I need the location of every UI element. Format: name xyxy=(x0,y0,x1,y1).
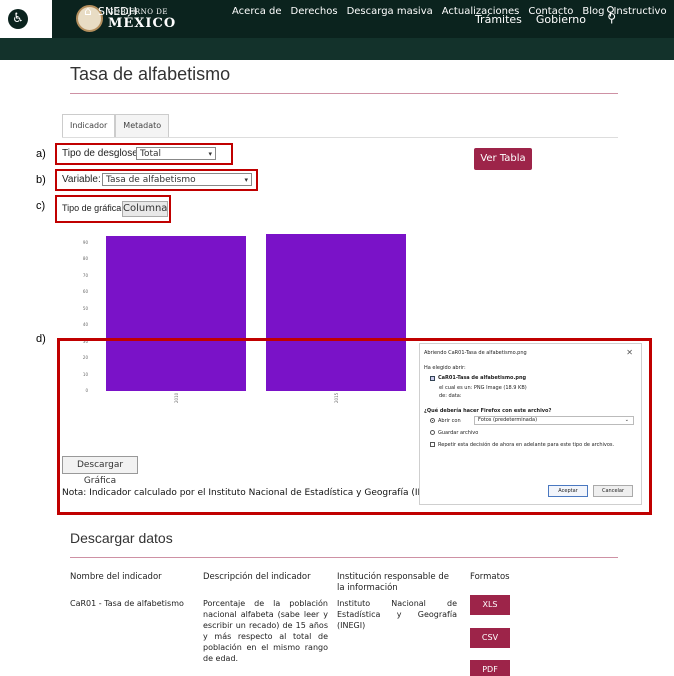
variable-select[interactable]: Tasa de alfabetismo ▾ xyxy=(102,173,252,186)
remember-checkbox[interactable] xyxy=(430,442,435,447)
nav-actualizaciones[interactable]: Actualizaciones xyxy=(442,6,520,17)
nav-descarga-masiva[interactable]: Descarga masiva xyxy=(347,6,433,17)
tab-divider xyxy=(62,137,618,138)
accept-button[interactable]: Aceptar xyxy=(548,485,588,497)
y-tick-label: 80 xyxy=(82,256,88,261)
nav-derechos[interactable]: Derechos xyxy=(291,6,338,17)
downloads-title: Descargar datos xyxy=(70,530,173,546)
chevron-down-icon: ▾ xyxy=(208,150,212,158)
download-pdf-button[interactable]: PDF xyxy=(470,660,510,676)
col-head-institution: Institución responsable de la informació… xyxy=(337,572,449,593)
dialog-question: ¿Qué debería hacer Firefox con este arch… xyxy=(424,408,552,414)
save-file-radio[interactable] xyxy=(430,430,435,435)
tab-metadato[interactable]: Metadato xyxy=(115,114,170,138)
download-csv-button[interactable]: CSV xyxy=(470,628,510,648)
chart-note: Nota: Indicador calculado por el Institu… xyxy=(62,488,444,498)
tab-indicador[interactable]: Indicador xyxy=(62,114,116,138)
dialog-title: Abriendo CaR01-Tasa de alfabetismo.png xyxy=(424,350,527,356)
dialog-file-type: el cual es un: PNG Image (18.9 KB) xyxy=(439,385,527,391)
open-with-label: Abrir con xyxy=(438,418,461,424)
y-tick-label: 70 xyxy=(82,272,88,278)
annotation-b: b) xyxy=(36,174,46,186)
dialog-chose-text: Ha elegido abrir: xyxy=(424,365,466,371)
download-chart-button[interactable]: Descargar Gráfica xyxy=(62,456,138,486)
downloads-divider xyxy=(70,557,618,558)
nav-acerca[interactable]: Acerca de xyxy=(232,6,282,17)
save-file-label: Guardar archivo xyxy=(438,430,479,436)
close-icon[interactable]: ✕ xyxy=(626,348,633,357)
view-table-button[interactable]: Ver Tabla xyxy=(474,148,532,170)
col-head-formats: Formatos xyxy=(470,572,510,582)
title-divider xyxy=(70,93,618,94)
home-icon[interactable]: ⌂ xyxy=(84,4,92,18)
accessibility-icon[interactable]: ♿ xyxy=(8,9,28,29)
accessibility-area: ♿ xyxy=(0,0,52,38)
open-with-radio[interactable] xyxy=(430,418,435,423)
site-nav: Acerca de Derechos Descarga masiva Actua… xyxy=(232,6,667,17)
annotation-c: c) xyxy=(36,200,46,212)
y-tick-label: 40 xyxy=(82,322,88,327)
col-head-description: Descripción del indicador xyxy=(203,572,311,582)
site-home-link[interactable]: SNEDH xyxy=(98,5,137,18)
y-tick-label: 50 xyxy=(82,305,88,311)
indicator-description: Porcentaje de la población nacional alfa… xyxy=(203,599,328,663)
chevron-down-icon: ▾ xyxy=(244,176,248,184)
nav-contacto[interactable]: Contacto xyxy=(528,6,573,17)
col-head-name: Nombre del indicador xyxy=(70,572,162,582)
page-title: Tasa de alfabetismo xyxy=(70,64,231,84)
indicator-name: CaR01 - Tasa de alfabetismo xyxy=(70,599,184,608)
annotation-d: d) xyxy=(36,333,46,345)
site-search-icon[interactable]: ⚲ xyxy=(606,4,615,18)
y-tick-label: 90 xyxy=(82,239,88,245)
firefox-open-dialog: Abriendo CaR01-Tasa de alfabetismo.png ✕… xyxy=(419,343,642,505)
open-with-select[interactable]: Fotos (predeterminada) ⌄ xyxy=(474,416,634,425)
cancel-button[interactable]: Cancelar xyxy=(593,485,633,497)
breakdown-label: Tipo de desglose: xyxy=(62,148,141,159)
indicator-institution: Instituto Nacional de Estadística y Geog… xyxy=(337,599,457,630)
breakdown-select[interactable]: Total ▾ xyxy=(136,147,216,160)
tab-bar: Indicador Metadato xyxy=(62,114,170,138)
chart-type-button[interactable]: Columna xyxy=(122,201,168,217)
image-file-icon xyxy=(430,376,435,381)
y-tick-label: 60 xyxy=(82,289,88,294)
variable-label: Variable: xyxy=(62,174,101,185)
nav-instructivo[interactable]: Instructivo xyxy=(613,6,666,17)
chart-type-label: Tipo de gráfica: xyxy=(62,203,124,213)
remember-label: Repetir esta decisión de ahora en adelan… xyxy=(438,442,615,448)
nav-blog[interactable]: Blog xyxy=(582,6,604,17)
dialog-file-source: de: data: xyxy=(439,393,462,399)
dialog-file-name: CaR01-Tasa de alfabetismo.png xyxy=(438,375,527,381)
site-nav-bar xyxy=(0,38,674,60)
annotation-a: a) xyxy=(36,148,46,160)
chevron-down-icon: ⌄ xyxy=(624,417,629,423)
download-xls-button[interactable]: XLS xyxy=(470,595,510,615)
